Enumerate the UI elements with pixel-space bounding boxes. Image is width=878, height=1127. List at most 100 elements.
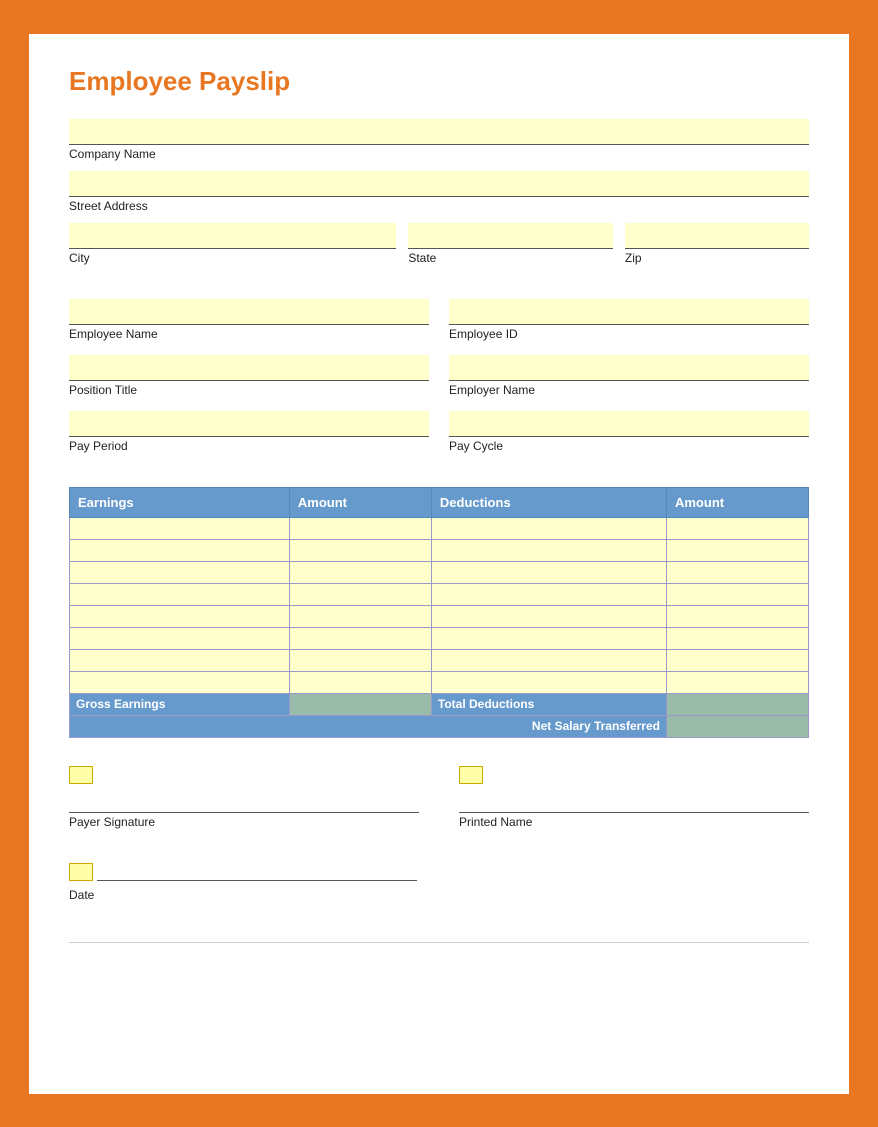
pay-period-input[interactable] xyxy=(69,411,429,437)
table-cell-ea-7[interactable] xyxy=(289,671,431,693)
street-address-field: Street Address xyxy=(69,171,809,213)
position-employer-row: Position Title Employer Name xyxy=(69,355,809,407)
table-row xyxy=(70,627,809,649)
date-label: Date xyxy=(69,888,809,902)
printed-name-line xyxy=(459,791,809,813)
date-section: Date xyxy=(69,859,809,902)
table-cell-ea-0[interactable] xyxy=(289,517,431,539)
deductions-amount-col-header: Amount xyxy=(666,487,808,517)
table-row xyxy=(70,539,809,561)
table-cell-d-5[interactable] xyxy=(431,627,666,649)
table-cell-d-4[interactable] xyxy=(431,605,666,627)
table-cell-da-4[interactable] xyxy=(666,605,808,627)
table-cell-d-6[interactable] xyxy=(431,649,666,671)
page-title: Employee Payslip xyxy=(69,66,809,97)
table-cell-d-3[interactable] xyxy=(431,583,666,605)
table-cell-ea-1[interactable] xyxy=(289,539,431,561)
table-cell-d-1[interactable] xyxy=(431,539,666,561)
employee-name-id-row: Employee Name Employee ID xyxy=(69,299,809,351)
signature-section: Payer Signature Printed Name xyxy=(69,766,809,839)
state-input[interactable] xyxy=(408,223,613,249)
table-cell-e-0[interactable] xyxy=(70,517,290,539)
table-cell-e-1[interactable] xyxy=(70,539,290,561)
table-cell-da-7[interactable] xyxy=(666,671,808,693)
printed-name-label: Printed Name xyxy=(459,815,809,829)
gross-earnings-row: Gross EarningsTotal Deductions xyxy=(70,693,809,715)
gross-earnings-value[interactable] xyxy=(289,693,431,715)
table-cell-ea-3[interactable] xyxy=(289,583,431,605)
city-state-zip-row: City State Zip xyxy=(69,223,809,275)
table-row xyxy=(70,561,809,583)
table-cell-e-7[interactable] xyxy=(70,671,290,693)
pay-table: Earnings Amount Deductions Amount Gross … xyxy=(69,487,809,738)
footer-divider xyxy=(69,942,809,943)
table-cell-d-2[interactable] xyxy=(431,561,666,583)
table-cell-d-7[interactable] xyxy=(431,671,666,693)
pay-period-field: Pay Period xyxy=(69,411,429,463)
deductions-col-header: Deductions xyxy=(431,487,666,517)
employer-input[interactable] xyxy=(449,355,809,381)
table-cell-e-4[interactable] xyxy=(70,605,290,627)
table-row xyxy=(70,671,809,693)
table-cell-e-3[interactable] xyxy=(70,583,290,605)
net-salary-row: Net Salary Transferred xyxy=(70,715,809,737)
company-name-field: Company Name xyxy=(69,119,809,161)
pay-period-label: Pay Period xyxy=(69,439,429,453)
city-field: City xyxy=(69,223,396,275)
table-row xyxy=(70,583,809,605)
table-cell-da-1[interactable] xyxy=(666,539,808,561)
employee-id-label: Employee ID xyxy=(449,327,809,341)
position-field: Position Title xyxy=(69,355,429,407)
city-input[interactable] xyxy=(69,223,396,249)
pay-period-cycle-row: Pay Period Pay Cycle xyxy=(69,411,809,463)
gross-earnings-label: Gross Earnings xyxy=(70,693,290,715)
street-address-label: Street Address xyxy=(69,199,809,213)
table-row xyxy=(70,649,809,671)
pay-cycle-input[interactable] xyxy=(449,411,809,437)
table-cell-e-2[interactable] xyxy=(70,561,290,583)
table-cell-ea-5[interactable] xyxy=(289,627,431,649)
table-cell-e-6[interactable] xyxy=(70,649,290,671)
date-box xyxy=(69,863,93,881)
payer-sig-label: Payer Signature xyxy=(69,815,419,829)
date-line xyxy=(97,859,417,881)
employee-id-field: Employee ID xyxy=(449,299,809,351)
net-salary-value[interactable] xyxy=(666,715,808,737)
employer-label: Employer Name xyxy=(449,383,809,397)
table-cell-da-3[interactable] xyxy=(666,583,808,605)
pay-cycle-label: Pay Cycle xyxy=(449,439,809,453)
table-cell-ea-2[interactable] xyxy=(289,561,431,583)
total-deductions-value[interactable] xyxy=(666,693,808,715)
position-label: Position Title xyxy=(69,383,429,397)
earnings-col-header: Earnings xyxy=(70,487,290,517)
payer-sig-box xyxy=(69,766,93,784)
table-cell-ea-4[interactable] xyxy=(289,605,431,627)
position-input[interactable] xyxy=(69,355,429,381)
table-cell-da-0[interactable] xyxy=(666,517,808,539)
city-label: City xyxy=(69,251,396,265)
earnings-amount-col-header: Amount xyxy=(289,487,431,517)
state-field: State xyxy=(408,223,613,275)
table-cell-da-6[interactable] xyxy=(666,649,808,671)
payer-sig-line xyxy=(69,791,419,813)
table-cell-ea-6[interactable] xyxy=(289,649,431,671)
printed-name-col: Printed Name xyxy=(459,766,809,839)
table-cell-da-5[interactable] xyxy=(666,627,808,649)
table-row xyxy=(70,605,809,627)
pay-cycle-field: Pay Cycle xyxy=(449,411,809,463)
employee-name-label: Employee Name xyxy=(69,327,429,341)
table-row xyxy=(70,517,809,539)
street-address-input[interactable] xyxy=(69,171,809,197)
state-label: State xyxy=(408,251,613,265)
table-cell-e-5[interactable] xyxy=(70,627,290,649)
printed-name-box xyxy=(459,766,483,784)
employee-name-field: Employee Name xyxy=(69,299,429,351)
table-cell-da-2[interactable] xyxy=(666,561,808,583)
company-name-label: Company Name xyxy=(69,147,809,161)
company-name-input[interactable] xyxy=(69,119,809,145)
table-cell-d-0[interactable] xyxy=(431,517,666,539)
employee-id-input[interactable] xyxy=(449,299,809,325)
employee-name-input[interactable] xyxy=(69,299,429,325)
net-salary-label: Net Salary Transferred xyxy=(70,715,667,737)
zip-input[interactable] xyxy=(625,223,809,249)
